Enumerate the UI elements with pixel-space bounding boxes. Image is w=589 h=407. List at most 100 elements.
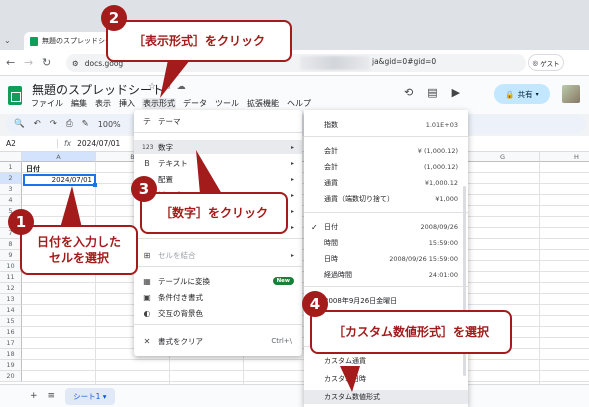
zoom-select[interactable]: 100% <box>98 120 121 129</box>
menu-item-label: 数字 <box>158 142 173 152</box>
format-menu-item[interactable]: B テキスト ▸ <box>134 156 302 170</box>
row-header[interactable]: 16 <box>0 327 22 338</box>
history-icon[interactable]: ⟲ <box>404 86 413 99</box>
menu-item-icon: 123 <box>142 143 154 151</box>
select-all-corner[interactable] <box>0 152 22 162</box>
number-format-item[interactable]: 通貨（端数切り捨て） ¥1,000 <box>304 192 468 206</box>
back-icon[interactable]: ← <box>6 56 15 69</box>
menu-separator <box>134 324 302 325</box>
site-info-icon[interactable]: ⚙ <box>72 59 79 68</box>
number-format-item[interactable]: 日時 2008/09/26 15:59:00 <box>304 252 468 266</box>
number-format-example: ¥1,000.12 <box>424 179 458 187</box>
row-header[interactable]: 19 <box>0 360 22 371</box>
redo-icon[interactable]: ↷ <box>50 119 57 129</box>
menu-bar: ファイル 編集 表示 挿入 表示形式 データ ツール 拡張機能 ヘルプ <box>30 98 312 109</box>
submenu-arrow-icon: ▸ <box>290 191 294 199</box>
row-header[interactable]: 9 <box>0 250 22 261</box>
row-header[interactable]: 12 <box>0 283 22 294</box>
row-header[interactable]: 14 <box>0 305 22 316</box>
reload-icon[interactable]: ↻ <box>42 56 51 69</box>
share-button[interactable]: 🔒 共有 ▾ <box>494 84 550 104</box>
meet-icon[interactable]: ▶ <box>452 86 460 99</box>
comment-icon[interactable]: ▤ <box>427 86 437 99</box>
menu-5[interactable]: データ <box>182 98 208 109</box>
format-menu-item[interactable]: ≡配置▸ <box>134 172 302 186</box>
menu-6[interactable]: ツール <box>214 98 240 109</box>
search-menus-icon[interactable]: 🔍 <box>14 119 25 129</box>
chevron-down-icon: ▾ <box>535 90 539 98</box>
menu-1[interactable]: 編集 <box>70 98 88 109</box>
star-icon[interactable]: ☆ <box>148 82 156 92</box>
menu-4[interactable]: 表示形式 <box>142 98 176 109</box>
submenu-arrow-icon: ▸ <box>290 207 294 215</box>
url-end: ja&gid=0#gid=0 <box>372 57 437 66</box>
number-format-example: 2008/09/26 15:59:00 <box>389 255 458 263</box>
cloud-status-icon[interactable]: ☁ <box>177 82 186 92</box>
print-icon[interactable]: ⎙ <box>66 119 73 129</box>
undo-icon[interactable]: ↶ <box>34 119 41 129</box>
format-menu-item[interactable]: ▣ 条件付き書式 <box>134 290 302 304</box>
row-header[interactable]: 18 <box>0 349 22 360</box>
number-format-item[interactable]: 経過時間 24:01:00 <box>304 268 468 282</box>
all-sheets-icon[interactable]: ≡ <box>48 391 56 401</box>
row-header[interactable]: 10 <box>0 261 22 272</box>
number-format-item[interactable]: カスタム通貨 <box>304 354 468 368</box>
row-header[interactable]: 4 <box>0 195 22 206</box>
move-icon[interactable]: ▭ <box>162 82 171 92</box>
column-header[interactable]: A <box>22 152 96 162</box>
forward-icon[interactable]: → <box>24 56 33 69</box>
avatar[interactable] <box>562 85 580 103</box>
menu-item-label: テーマ <box>158 116 181 126</box>
format-menu-item[interactable]: ◐ 交互の背景色 <box>134 306 302 320</box>
number-format-label: 通貨（端数切り捨て） <box>324 195 394 203</box>
menu-7[interactable]: 拡張機能 <box>246 98 280 109</box>
number-format-item[interactable]: ✓ 日付 2008/09/26 <box>304 220 468 234</box>
sheets-logo-icon[interactable] <box>8 86 22 105</box>
menu-0[interactable]: ファイル <box>30 98 64 109</box>
document-title[interactable]: 無題のスプレッドシート <box>32 81 164 98</box>
add-sheet-icon[interactable]: + <box>30 391 38 401</box>
paint-format-icon[interactable]: ✎ <box>82 119 89 129</box>
row-header[interactable]: 11 <box>0 272 22 283</box>
submenu-separator <box>304 212 468 213</box>
number-format-item[interactable]: 会計 ¥ (1,000.12) <box>304 144 468 158</box>
number-format-item[interactable]: 指数 1.01E+03 <box>304 118 468 132</box>
row-header[interactable]: 3 <box>0 184 22 195</box>
format-menu-item[interactable]: ✕ 書式をクリア Ctrl+\ <box>134 334 302 348</box>
row-header[interactable]: 1 <box>0 162 22 173</box>
format-menu-item[interactable]: ▦ テーブルに変換 New <box>134 274 302 288</box>
format-menu-item[interactable]: 123 数字 ▸ <box>134 140 302 154</box>
number-format-example: 1.01E+03 <box>425 121 458 129</box>
menu-3[interactable]: 挿入 <box>118 98 136 109</box>
row-header[interactable]: 8 <box>0 239 22 250</box>
row-header[interactable]: 2 <box>0 173 22 184</box>
column-header[interactable]: G <box>466 152 540 162</box>
number-format-label: 時間 <box>324 239 338 247</box>
formula-input[interactable]: 2024/07/01 <box>77 139 120 148</box>
number-format-item[interactable]: 2008年9月26日金曜日 <box>304 294 468 308</box>
cell-a2-selected[interactable]: 2024/07/01 <box>23 174 97 187</box>
number-format-item[interactable]: カスタム数値形式 <box>304 390 468 404</box>
format-menu-item[interactable]: ⊞ セルを結合 ▸ <box>134 248 302 262</box>
number-format-item[interactable]: 時間 15:59:00 <box>304 236 468 250</box>
number-format-example: ¥ (1,000.12) <box>417 147 458 155</box>
row-header[interactable]: 13 <box>0 294 22 305</box>
lock-icon: 🔒 <box>505 89 515 99</box>
row-header[interactable]: 20 <box>0 371 22 382</box>
menu-8[interactable]: ヘルプ <box>286 98 312 109</box>
row-header[interactable]: 17 <box>0 338 22 349</box>
row-header[interactable]: 15 <box>0 316 22 327</box>
menu-2[interactable]: 表示 <box>94 98 112 109</box>
number-format-item[interactable]: 会計 (1,000.12) <box>304 160 468 174</box>
cell-a1[interactable]: 日付 <box>26 164 40 174</box>
sheet-tab[interactable]: シート1 ▾ <box>65 387 115 405</box>
number-format-item[interactable]: 通貨 ¥1,000.12 <box>304 176 468 190</box>
sheets-favicon-icon <box>30 36 38 46</box>
callout-step1-line2: セルを選択 <box>48 251 109 265</box>
guest-profile-button[interactable]: ◎ ゲスト <box>528 54 564 71</box>
column-header[interactable]: H <box>540 152 589 162</box>
tab-list-icon[interactable]: ⌄ <box>4 36 11 45</box>
name-box[interactable]: A2 <box>0 139 58 148</box>
format-menu-item[interactable]: テテーマ <box>134 114 302 128</box>
number-format-item[interactable]: カスタム日時 <box>304 372 468 386</box>
